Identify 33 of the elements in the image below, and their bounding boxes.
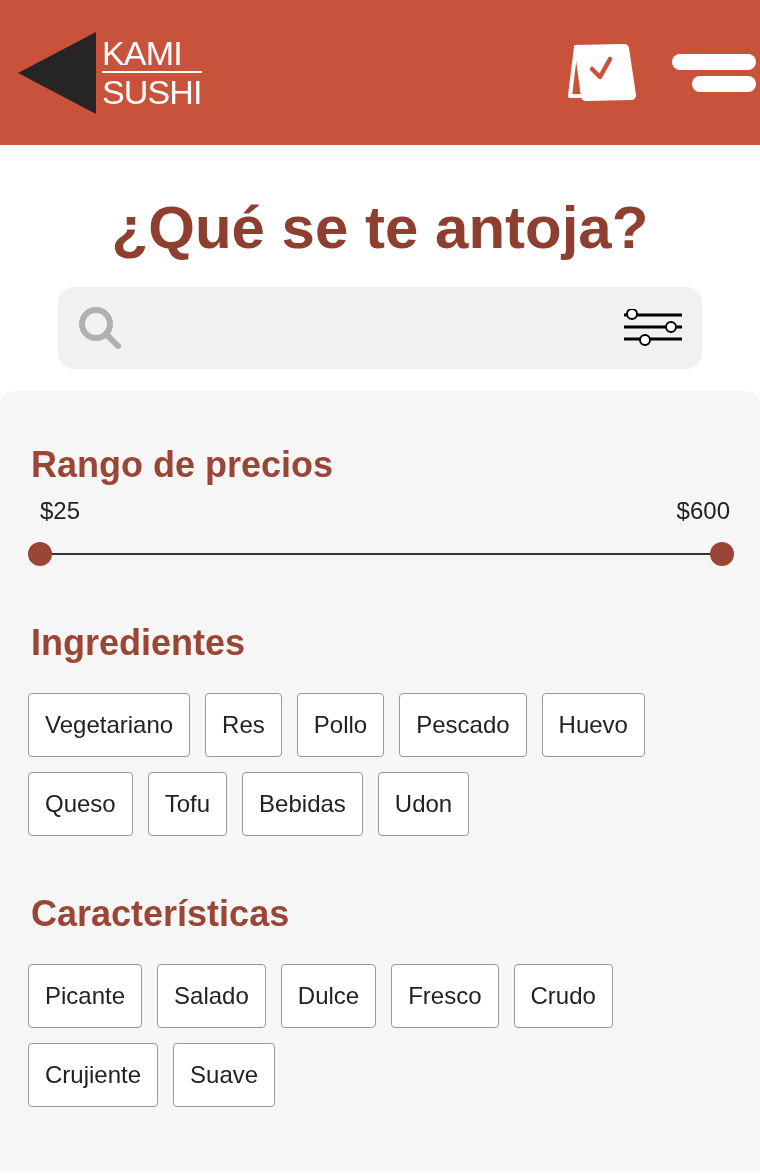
filter-chip[interactable]: Bebidas xyxy=(242,772,363,836)
filter-chip[interactable]: Crudo xyxy=(513,964,613,1028)
checklist-icon[interactable] xyxy=(566,42,636,103)
filter-chip[interactable]: Pollo xyxy=(296,693,385,757)
max-price-label: $600 xyxy=(676,496,730,526)
min-price-label: $25 xyxy=(40,496,81,526)
filter-chip[interactable]: Dulce xyxy=(280,964,377,1028)
section-heading: Rango de precios xyxy=(31,445,335,485)
filter-chip[interactable]: Crujiente xyxy=(28,1043,159,1107)
filter-sliders-icon[interactable] xyxy=(624,309,682,347)
logo-text: KAMI xyxy=(102,34,202,73)
filter-chip[interactable]: Pescado xyxy=(399,693,527,757)
page-title: ¿Qué se te antoja? xyxy=(110,193,650,263)
filter-chip[interactable]: Vegetariano xyxy=(28,693,191,757)
filter-chip[interactable]: Suave xyxy=(173,1043,276,1107)
filter-chip[interactable]: Queso xyxy=(28,772,133,836)
section-heading: Características xyxy=(31,894,291,934)
slider-thumb[interactable] xyxy=(710,542,734,566)
search-icon xyxy=(78,306,122,350)
filter-chip[interactable]: Picante xyxy=(28,964,143,1028)
filter-chip[interactable]: Tofu xyxy=(147,772,228,836)
section-heading: Ingredientes xyxy=(31,623,247,663)
filter-chip[interactable]: Res xyxy=(205,693,282,757)
filter-chip[interactable]: Udon xyxy=(377,772,470,836)
filter-chip[interactable]: Salado xyxy=(157,964,266,1028)
menu-icon[interactable] xyxy=(672,53,756,92)
search-field[interactable] xyxy=(58,287,702,369)
logo-text: SUSHI xyxy=(102,72,202,111)
filter-chip[interactable]: Fresco xyxy=(391,964,499,1028)
logo-icon xyxy=(18,31,96,114)
price-slider[interactable] xyxy=(28,541,734,567)
slider-thumb[interactable] xyxy=(28,542,52,566)
filter-chip[interactable]: Huevo xyxy=(541,693,645,757)
